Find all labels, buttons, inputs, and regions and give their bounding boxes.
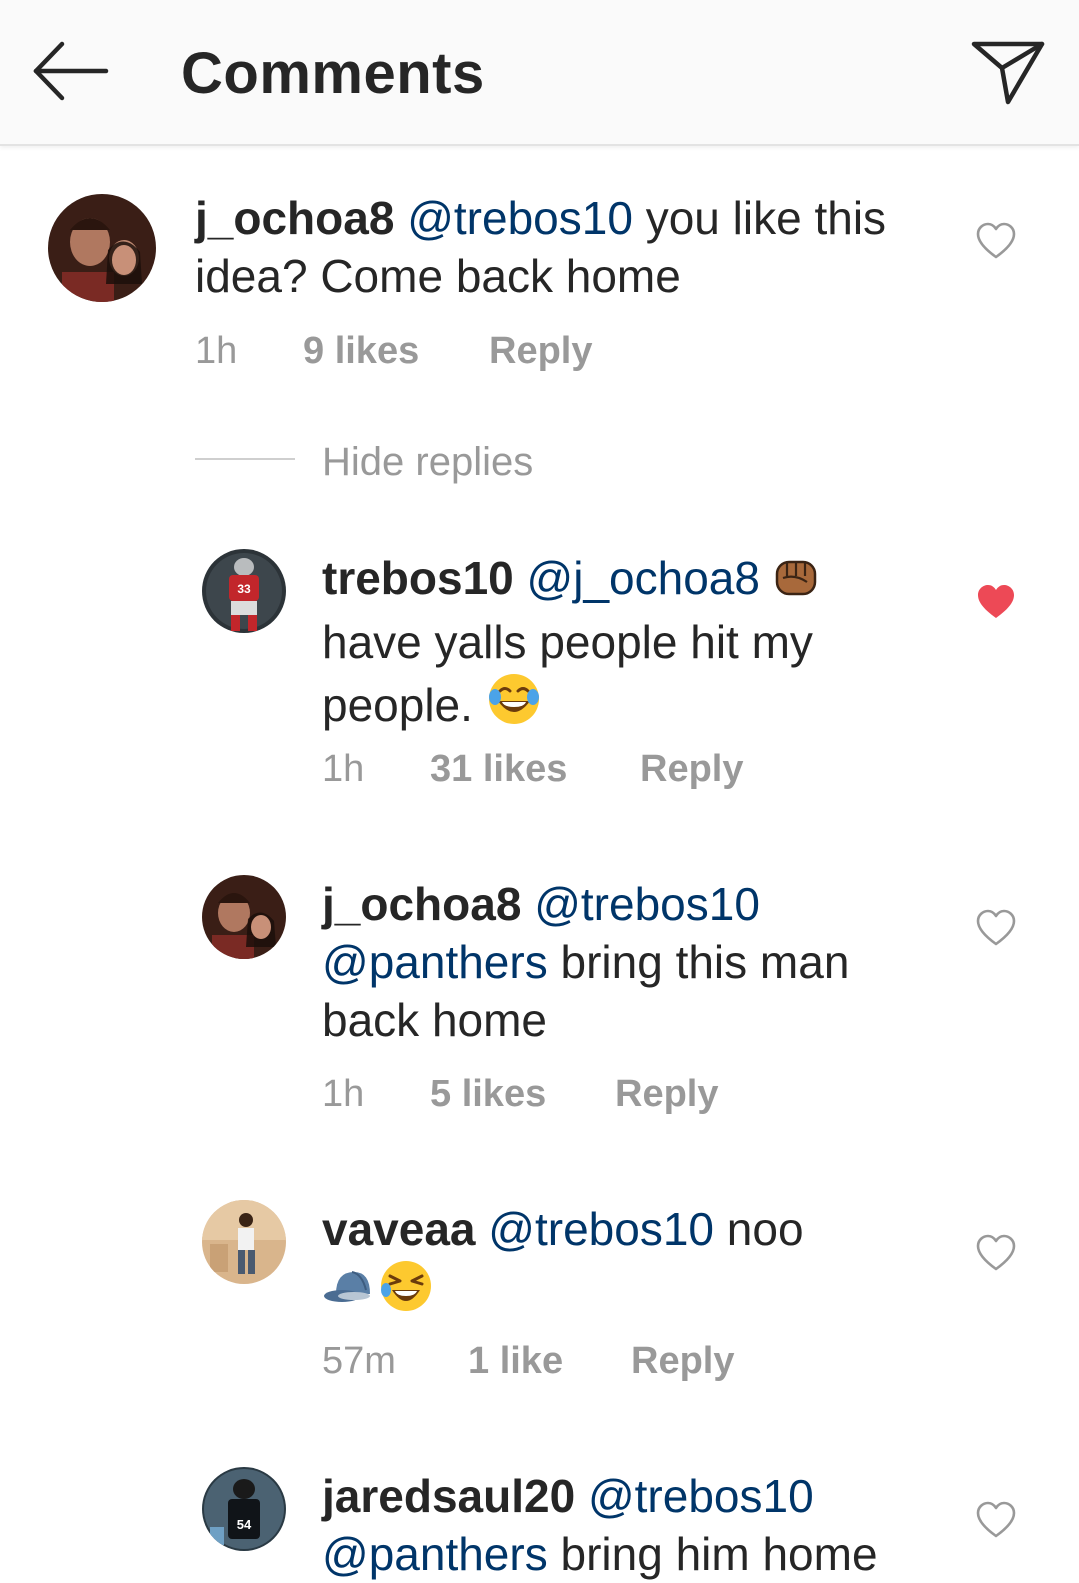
svg-text:54: 54: [237, 1517, 252, 1532]
comment-username[interactable]: jaredsaul20: [322, 1470, 575, 1522]
comment-time: 1h: [322, 1073, 365, 1115]
comment-mention[interactable]: @trebos10: [588, 1470, 814, 1522]
heart-outline-icon: [976, 1501, 1016, 1538]
heart-outline-icon: [976, 909, 1016, 946]
likes-count[interactable]: 9 likes: [303, 330, 419, 373]
avatar[interactable]: [48, 194, 156, 302]
billed-cap-emoji: [322, 1264, 378, 1327]
reply-button[interactable]: Reply: [640, 748, 743, 791]
top-bar: Comments: [0, 0, 1079, 146]
share-button[interactable]: [968, 36, 1048, 108]
comment-body: idea? Come back home: [195, 250, 681, 302]
comment-mention[interactable]: @trebos10: [534, 878, 760, 930]
comment-body: back home: [322, 994, 548, 1046]
comment-body: bring him home: [547, 1528, 878, 1580]
comment-mention[interactable]: @panthers: [322, 936, 548, 988]
comment-mention[interactable]: @trebos10: [407, 192, 633, 244]
comment-text: j_ochoa8 @trebos10 @panthers bring this …: [322, 875, 942, 1049]
comment-body: noo: [714, 1203, 804, 1255]
comment-username[interactable]: j_ochoa8: [195, 192, 394, 244]
avatar[interactable]: [202, 1200, 286, 1284]
reply-button[interactable]: Reply: [489, 330, 592, 373]
tears-of-joy-emoji: [486, 671, 542, 740]
heart-outline-icon: [976, 1234, 1016, 1271]
likes-count[interactable]: 1 like: [468, 1340, 563, 1383]
avatar[interactable]: [202, 875, 286, 959]
raised-fist-emoji: [773, 554, 819, 613]
like-button[interactable]: [976, 583, 1016, 623]
comment-body: people.: [322, 679, 486, 731]
svg-text:33: 33: [237, 582, 251, 596]
comment-text: vaveaa @trebos10 noo: [322, 1200, 942, 1327]
comment-mention[interactable]: @panthers: [322, 1528, 548, 1580]
replies-divider: [195, 458, 295, 460]
comment-time: 1h: [322, 748, 365, 790]
comment-mention[interactable]: @j_ochoa8: [527, 552, 760, 604]
avatar[interactable]: 54: [202, 1467, 286, 1551]
heart-filled-icon: [978, 585, 1014, 618]
comment-body: have yalls people hit my: [322, 616, 813, 668]
paper-plane-icon: [971, 41, 1045, 105]
comment-username[interactable]: j_ochoa8: [322, 878, 521, 930]
comment-mention[interactable]: @trebos10: [488, 1203, 714, 1255]
likes-count[interactable]: 31 likes: [430, 748, 567, 791]
like-button[interactable]: [976, 1234, 1016, 1274]
avatar[interactable]: 33: [202, 549, 286, 633]
reply-button[interactable]: Reply: [615, 1073, 718, 1116]
like-button[interactable]: [976, 909, 1016, 949]
comment-text: trebos10 @j_ochoa8 have yalls people hit…: [322, 549, 942, 740]
back-button[interactable]: [30, 38, 110, 104]
arrow-left-icon: [33, 41, 109, 101]
comment-time: 57m: [322, 1340, 396, 1382]
hide-replies-button[interactable]: Hide replies: [322, 440, 533, 485]
comment-text: jaredsaul20 @trebos10 @panthers bring hi…: [322, 1467, 942, 1583]
comment-username[interactable]: trebos10: [322, 552, 514, 604]
comment-body: bring this man: [547, 936, 850, 988]
reply-button[interactable]: Reply: [631, 1340, 734, 1383]
page-title: Comments: [181, 41, 485, 106]
like-button[interactable]: [976, 1501, 1016, 1541]
likes-count[interactable]: 5 likes: [430, 1073, 546, 1116]
comment-username[interactable]: vaveaa: [322, 1203, 476, 1255]
laughing-squint-emoji: [378, 1258, 434, 1327]
comment-time: 1h: [195, 330, 238, 372]
heart-outline-icon: [976, 222, 1016, 259]
comment-text: j_ochoa8 @trebos10 you like this idea? C…: [195, 189, 955, 305]
comment-body: you like this: [632, 192, 887, 244]
like-button[interactable]: [976, 222, 1016, 262]
